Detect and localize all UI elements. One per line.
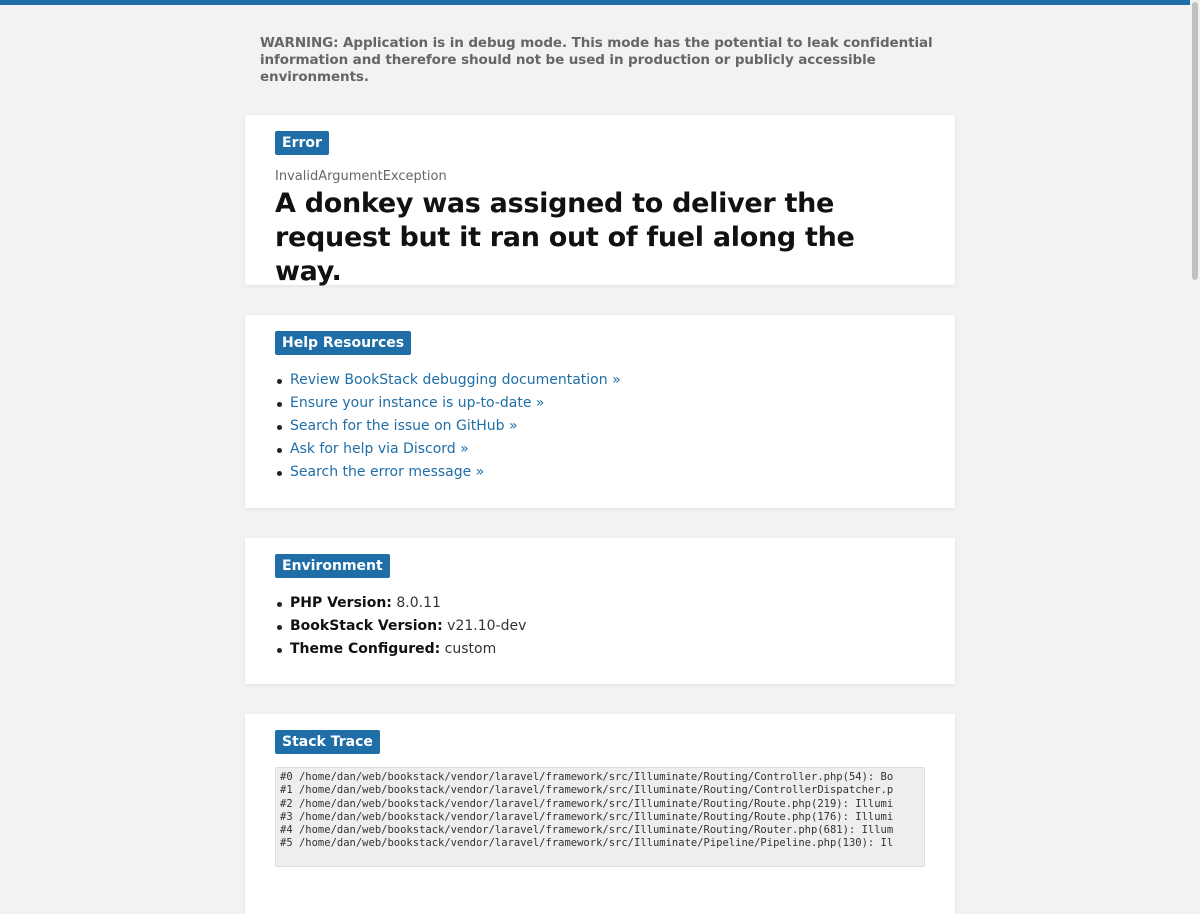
trace-line: #1 /home/dan/web/bookstack/vendor/larave… [280,784,894,797]
help-link-github[interactable]: Search for the issue on GitHub » [290,418,518,434]
list-item: Search the error message » [275,461,925,484]
env-value: custom [440,641,497,657]
stack-trace-badge: Stack Trace [275,730,380,754]
env-label: PHP Version: [290,595,392,611]
trace-line: #3 /home/dan/web/bookstack/vendor/larave… [280,810,894,823]
help-link-debug-docs[interactable]: Review BookStack debugging documentation… [290,372,621,388]
debug-warning: WARNING: Application is in debug mode. T… [260,35,933,85]
page-container: WARNING: Application is in debug mode. T… [245,0,955,914]
exception-class: InvalidArgumentException [275,169,447,184]
help-link-search-error[interactable]: Search the error message » [290,464,484,480]
environment-badge: Environment [275,554,390,578]
scrollbar-thumb[interactable] [1192,2,1198,280]
environment-card: Environment PHP Version: 8.0.11 BookStac… [245,538,955,684]
error-message: A donkey was assigned to deliver the req… [275,188,855,287]
list-item: Ensure your instance is up-to-date » [275,392,925,415]
trace-line: #2 /home/dan/web/bookstack/vendor/larave… [280,797,894,810]
environment-list: PHP Version: 8.0.11 BookStack Version: v… [275,592,925,661]
env-item-theme: Theme Configured: custom [275,638,925,661]
env-value: v21.10-dev [442,618,527,634]
list-item: Review BookStack debugging documentation… [275,369,925,392]
stack-trace-card: Stack Trace #0 /home/dan/web/bookstack/v… [245,714,955,914]
list-item: Ask for help via Discord » [275,438,925,461]
trace-line: #5 /home/dan/web/bookstack/vendor/larave… [280,837,894,850]
error-badge: Error [275,131,329,155]
help-resources-card: Help Resources Review BookStack debuggin… [245,315,955,508]
page-scrollbar[interactable] [1190,0,1200,831]
help-resources-badge: Help Resources [275,331,412,355]
env-item-bookstack-version: BookStack Version: v21.10-dev [275,615,925,638]
env-value: 8.0.11 [391,595,441,611]
trace-line: #0 /home/dan/web/bookstack/vendor/larave… [280,771,894,783]
list-item: Search for the issue on GitHub » [275,415,925,438]
help-links-list: Review BookStack debugging documentation… [275,369,925,484]
env-item-php-version: PHP Version: 8.0.11 [275,592,925,615]
env-label: Theme Configured: [290,641,441,657]
stack-trace-box[interactable]: #0 /home/dan/web/bookstack/vendor/larave… [275,767,925,867]
help-link-update[interactable]: Ensure your instance is up-to-date » [290,395,544,411]
error-card: Error InvalidArgumentException A donkey … [245,115,955,287]
env-label: BookStack Version: [290,618,443,634]
help-link-discord[interactable]: Ask for help via Discord » [290,441,469,457]
